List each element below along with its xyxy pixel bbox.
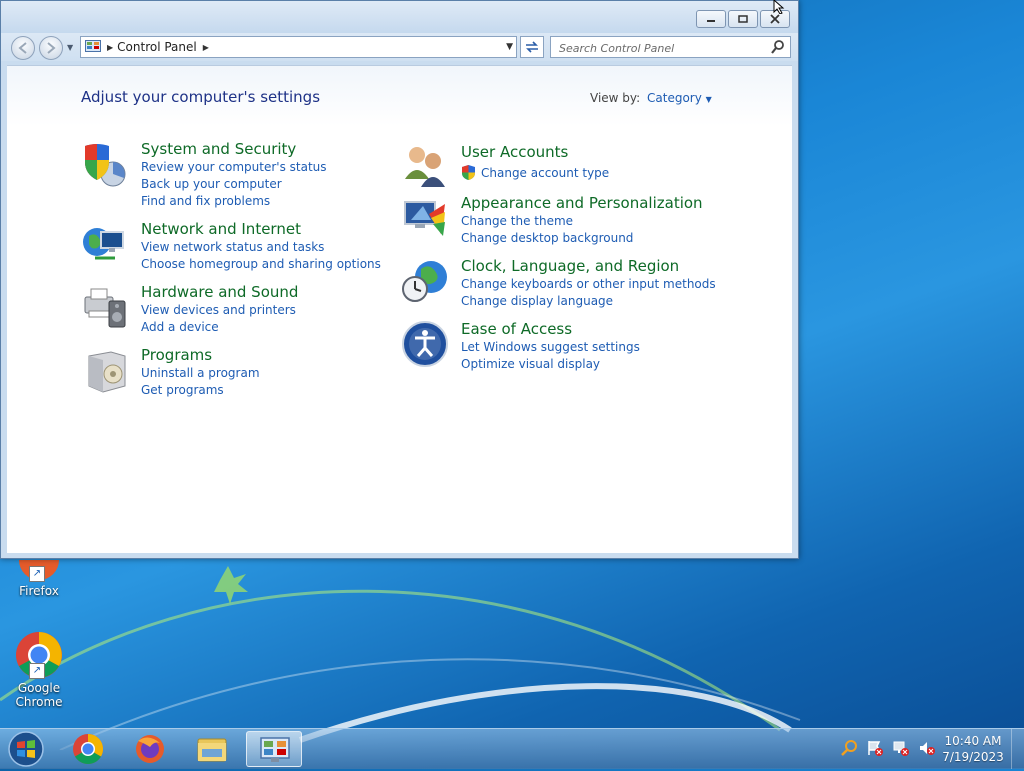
category-system-and-security: System and Security Review your computer… <box>81 140 381 208</box>
desktop-icon-google-chrome[interactable]: ↗ Google Chrome <box>1 631 77 709</box>
forward-button[interactable] <box>39 36 63 60</box>
category-network-and-internet: Network and Internet View network status… <box>81 220 381 271</box>
hardware-and-sound-link[interactable]: Hardware and Sound <box>141 283 298 301</box>
firefox-icon: ↗ <box>15 560 63 582</box>
review-status-link[interactable]: Review your computer's status <box>141 160 327 174</box>
programs-box-icon <box>88 351 126 393</box>
appearance-monitor-icon <box>404 201 445 236</box>
view-devices-printers-link[interactable]: View devices and printers <box>141 303 296 317</box>
ease-of-access-link[interactable]: Ease of Access <box>461 320 572 338</box>
page-title: Adjust your computer's settings <box>81 88 321 106</box>
navigation-bar: ▼ ▶ Control Panel ▶ ▼ <box>1 33 798 61</box>
address-history-dropdown-icon[interactable]: ▼ <box>506 42 513 52</box>
mouse-cursor-icon <box>773 0 785 14</box>
recent-pages-dropdown-icon[interactable]: ▼ <box>67 43 75 52</box>
change-desktop-background-link[interactable]: Change desktop background <box>461 231 633 245</box>
title-bar[interactable] <box>1 1 798 33</box>
category-programs: Programs Uninstall a program Get program… <box>81 346 381 397</box>
homegroup-sharing-link[interactable]: Choose homegroup and sharing options <box>141 257 381 271</box>
printer-speaker-icon <box>84 288 126 328</box>
clock-globe-icon <box>402 261 447 302</box>
user-accounts-link[interactable]: User Accounts <box>461 143 568 161</box>
chrome-icon: ↗ <box>15 631 63 679</box>
clock-language-region-link[interactable]: Clock, Language, and Region <box>461 257 679 275</box>
taskbar-control-panel-button[interactable] <box>246 731 302 767</box>
desktop-icon-label: Firefox <box>19 584 59 598</box>
shortcut-arrow-icon: ↗ <box>29 566 45 582</box>
shortcut-arrow-icon: ↗ <box>29 663 45 679</box>
network-globe-icon <box>83 228 124 260</box>
control-panel-window: ▼ ▶ Control Panel ▶ ▼ Adjust your comput… <box>0 0 799 559</box>
change-keyboards-link[interactable]: Change keyboards or other input methods <box>461 277 716 291</box>
get-programs-link[interactable]: Get programs <box>141 383 224 397</box>
address-bar[interactable]: ▶ Control Panel ▶ ▼ <box>80 36 517 58</box>
breadcrumb-control-panel[interactable]: Control Panel <box>117 40 197 54</box>
view-by-value: Category <box>647 91 702 105</box>
system-and-security-link[interactable]: System and Security <box>141 140 296 158</box>
user-accounts-icon <box>405 147 445 187</box>
view-by-dropdown[interactable]: Category ▼ <box>647 91 712 105</box>
search-box[interactable] <box>550 36 791 58</box>
clock-time: 10:40 AM <box>944 734 1002 748</box>
search-input[interactable] <box>557 38 771 58</box>
back-up-link[interactable]: Back up your computer <box>141 177 282 191</box>
back-button[interactable] <box>11 36 35 60</box>
volume-muted-icon[interactable] <box>918 739 936 757</box>
find-fix-problems-link[interactable]: Find and fix problems <box>141 194 270 208</box>
category-appearance-and-personalization: Appearance and Personalization Change th… <box>401 194 741 245</box>
search-tray-icon[interactable] <box>840 739 858 757</box>
category-clock-language-region: Clock, Language, and Region Change keybo… <box>401 257 741 308</box>
security-shield-icon <box>85 144 126 187</box>
programs-link[interactable]: Programs <box>141 346 212 364</box>
taskbar: 10:40 AM 7/19/2023 <box>0 728 1024 769</box>
category-hardware-and-sound: Hardware and Sound View devices and prin… <box>81 283 381 334</box>
change-theme-link[interactable]: Change the theme <box>461 214 573 228</box>
breadcrumb-chevron-icon[interactable]: ▶ <box>107 43 113 52</box>
change-display-language-link[interactable]: Change display language <box>461 294 613 308</box>
taskbar-firefox-button[interactable] <box>122 731 178 767</box>
refresh-button[interactable] <box>520 36 544 58</box>
minimize-icon <box>707 20 715 22</box>
network-tray-icon[interactable] <box>892 739 910 757</box>
restore-icon <box>738 15 748 23</box>
desktop-icon-firefox[interactable]: ↗ Firefox <box>1 560 77 598</box>
control-panel-icon <box>260 737 290 762</box>
firefox-icon <box>136 735 164 763</box>
windows-suggest-settings-link[interactable]: Let Windows suggest settings <box>461 340 640 354</box>
action-center-flag-icon[interactable] <box>866 739 884 757</box>
breadcrumb-chevron-icon[interactable]: ▶ <box>203 43 209 52</box>
forward-arrow-icon <box>47 42 56 54</box>
uac-shield-icon <box>462 165 475 180</box>
change-account-type-link[interactable]: Change account type <box>481 166 609 180</box>
system-tray <box>840 739 936 757</box>
network-and-internet-link[interactable]: Network and Internet <box>141 220 301 238</box>
view-by-label: View by: <box>590 91 641 105</box>
refresh-icon <box>526 41 538 53</box>
taskbar-chrome-button[interactable] <box>60 731 116 767</box>
chrome-icon <box>73 734 104 765</box>
clock-date: 7/19/2023 <box>942 750 1004 764</box>
show-desktop-button[interactable] <box>1011 729 1024 769</box>
taskbar-explorer-button[interactable] <box>184 731 240 767</box>
search-icon[interactable] <box>770 39 786 55</box>
view-network-status-link[interactable]: View network status and tasks <box>141 240 324 254</box>
maximize-button[interactable] <box>728 10 758 28</box>
clock[interactable]: 10:40 AM 7/19/2023 <box>935 733 1011 765</box>
back-arrow-icon <box>18 42 27 54</box>
optimize-visual-display-link[interactable]: Optimize visual display <box>461 357 600 371</box>
close-icon <box>770 14 780 24</box>
minimize-button[interactable] <box>696 10 726 28</box>
folder-icon <box>197 738 227 762</box>
category-ease-of-access: Ease of Access Let Windows suggest setti… <box>401 320 741 371</box>
ease-of-access-icon <box>402 321 448 367</box>
control-panel-icon <box>85 40 101 52</box>
desktop-icon-label: Google Chrome <box>15 681 63 709</box>
add-device-link[interactable]: Add a device <box>141 320 219 334</box>
start-button[interactable] <box>6 730 46 768</box>
dropdown-arrow-icon: ▼ <box>705 95 712 104</box>
uninstall-program-link[interactable]: Uninstall a program <box>141 366 260 380</box>
category-user-accounts: User Accounts Change account type <box>401 143 741 187</box>
appearance-personalization-link[interactable]: Appearance and Personalization <box>461 194 703 212</box>
control-panel-content: Adjust your computer's settings View by:… <box>7 65 792 553</box>
